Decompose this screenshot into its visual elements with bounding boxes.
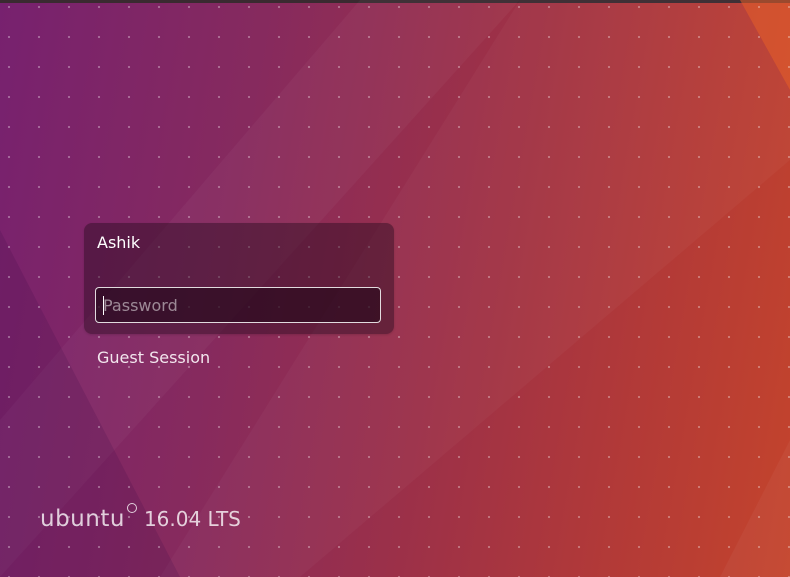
username-label[interactable]: Ashik [97, 233, 140, 252]
password-input[interactable] [95, 287, 381, 323]
circle-of-friends-icon [126, 503, 137, 513]
ubuntu-logo-text: ubuntu [40, 506, 125, 532]
guest-session-button[interactable]: Guest Session [97, 348, 210, 367]
text-cursor [103, 296, 104, 315]
version-label: 16.04 LTS [143, 507, 241, 531]
login-greeter-panel: Ashik [84, 223, 394, 334]
ubuntu-branding: ubuntu 16.04 LTS [40, 503, 241, 532]
